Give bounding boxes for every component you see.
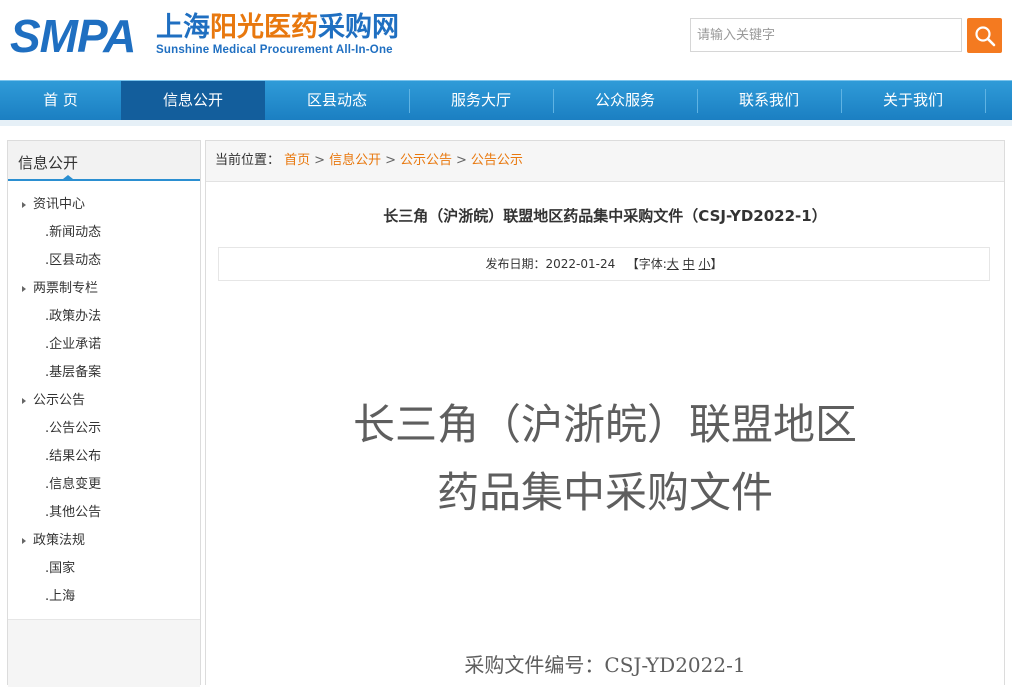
caret-right-icon xyxy=(22,398,26,404)
sidebar-title-pointer xyxy=(63,175,73,179)
caret-right-icon xyxy=(22,202,26,208)
logo-english-name: Sunshine Medical Procurement All-In-One xyxy=(156,44,393,56)
breadcrumb: 当前位置： 首页 > 信息公开 > 公示公告 > 公告公示 xyxy=(206,141,1004,182)
main-content: 当前位置： 首页 > 信息公开 > 公示公告 > 公告公示 长三角（沪浙皖）联盟地区药品集中… xyxy=(205,140,1005,685)
font-size-medium-button[interactable]: 中 xyxy=(683,257,695,271)
search-input[interactable] xyxy=(691,19,963,51)
article-title: 长三角（沪浙皖）联盟地区药品集中采购文件（CSJ-YD2022-1） xyxy=(383,207,827,225)
search-box xyxy=(690,18,963,52)
nav-contact-us[interactable]: 联系我们 xyxy=(697,81,841,120)
nav-service-hall[interactable]: 服务大厅 xyxy=(409,81,553,120)
article-meta: 发布日期：2022-01-24 【字体:大 中 小】 xyxy=(218,247,990,281)
nav-info-disclosure[interactable]: 信息公开 xyxy=(121,81,265,120)
site-header: SMPA 上海阳光医药采购网 Sunshine Medical Procurem… xyxy=(0,0,1012,80)
breadcrumb-link-info[interactable]: 信息公开 xyxy=(329,153,381,168)
nav-about-us[interactable]: 关于我们 xyxy=(841,81,985,120)
nav-district-news[interactable]: 区县动态 xyxy=(265,81,409,120)
sidebar-item-regulations[interactable]: 政策法规 xyxy=(8,527,200,555)
breadcrumb-separator: > xyxy=(314,153,326,168)
sidebar-item-policies[interactable]: .政策办法 xyxy=(8,303,200,331)
search-icon xyxy=(974,25,995,46)
nav-home[interactable]: 首 页 xyxy=(0,81,121,120)
publish-date: 2022-01-24 xyxy=(545,257,616,271)
caret-right-icon xyxy=(22,286,26,292)
sidebar-item-announcements[interactable]: .公告公示 xyxy=(8,415,200,443)
breadcrumb-link-home[interactable]: 首页 xyxy=(284,153,310,168)
sidebar-item-public-notices[interactable]: 公示公告 xyxy=(8,387,200,415)
breadcrumb-separator: > xyxy=(385,153,396,168)
caret-right-icon xyxy=(22,538,26,544)
sidebar-footer xyxy=(8,619,200,687)
font-size-small-button[interactable]: 小 xyxy=(698,257,710,271)
logo-chinese-name: 上海阳光医药采购网 xyxy=(156,12,399,43)
sidebar-item-enterprise-commitment[interactable]: .企业承诺 xyxy=(8,331,200,359)
publish-date-label: 发布日期： xyxy=(485,257,546,271)
sidebar-item-news-center[interactable]: 资讯中心 xyxy=(8,191,200,219)
search-button[interactable] xyxy=(967,18,1002,53)
nav-public-service[interactable]: 公众服务 xyxy=(553,81,697,120)
nav-separator xyxy=(985,89,986,113)
sidebar-item-info-changes[interactable]: .信息变更 xyxy=(8,471,200,499)
sidebar-item-two-invoice[interactable]: 两票制专栏 xyxy=(8,275,200,303)
sidebar-item-news[interactable]: .新闻动态 xyxy=(8,219,200,247)
sidebar-item-other-notices[interactable]: .其他公告 xyxy=(8,499,200,527)
sidebar: 信息公开 资讯中心 .新闻动态 .区县动态 两票制专栏 .政策办法 .企业承诺 … xyxy=(7,140,201,687)
sidebar-item-results[interactable]: .结果公布 xyxy=(8,443,200,471)
sidebar-header: 信息公开 xyxy=(8,141,200,181)
nav-underline xyxy=(0,120,1012,126)
sidebar-item-national[interactable]: .国家 xyxy=(8,555,200,583)
sidebar-title: 信息公开 xyxy=(18,154,79,172)
sidebar-menu: 资讯中心 .新闻动态 .区县动态 两票制专栏 .政策办法 .企业承诺 .基层备案… xyxy=(8,191,200,611)
sidebar-item-shanghai[interactable]: .上海 xyxy=(8,583,200,611)
breadcrumb-separator: > xyxy=(456,153,467,168)
font-size-label: 【字体: xyxy=(626,257,667,271)
document-number: 采购文件编号：CSJ-YD2022-1 xyxy=(464,653,746,677)
sidebar-item-grassroots-filing[interactable]: .基层备案 xyxy=(8,359,200,387)
breadcrumb-link-notices[interactable]: 公示公告 xyxy=(400,153,452,168)
main-nav: 首 页 信息公开 区县动态 服务大厅 公众服务 联系我们 关于我们 xyxy=(0,80,1012,120)
font-size-label-close: 】 xyxy=(710,257,723,271)
document-heading-line1: 长三角（沪浙皖）联盟地区 xyxy=(352,400,857,449)
breadcrumb-label: 当前位置： xyxy=(215,153,281,168)
logo-smpa-text: SMPA xyxy=(10,10,136,62)
sidebar-item-district-news[interactable]: .区县动态 xyxy=(8,247,200,275)
breadcrumb-link-announcements[interactable]: 公告公示 xyxy=(471,153,523,168)
document-heading-line2: 药品集中采购文件 xyxy=(436,468,773,517)
font-size-large-button[interactable]: 大 xyxy=(667,257,679,271)
